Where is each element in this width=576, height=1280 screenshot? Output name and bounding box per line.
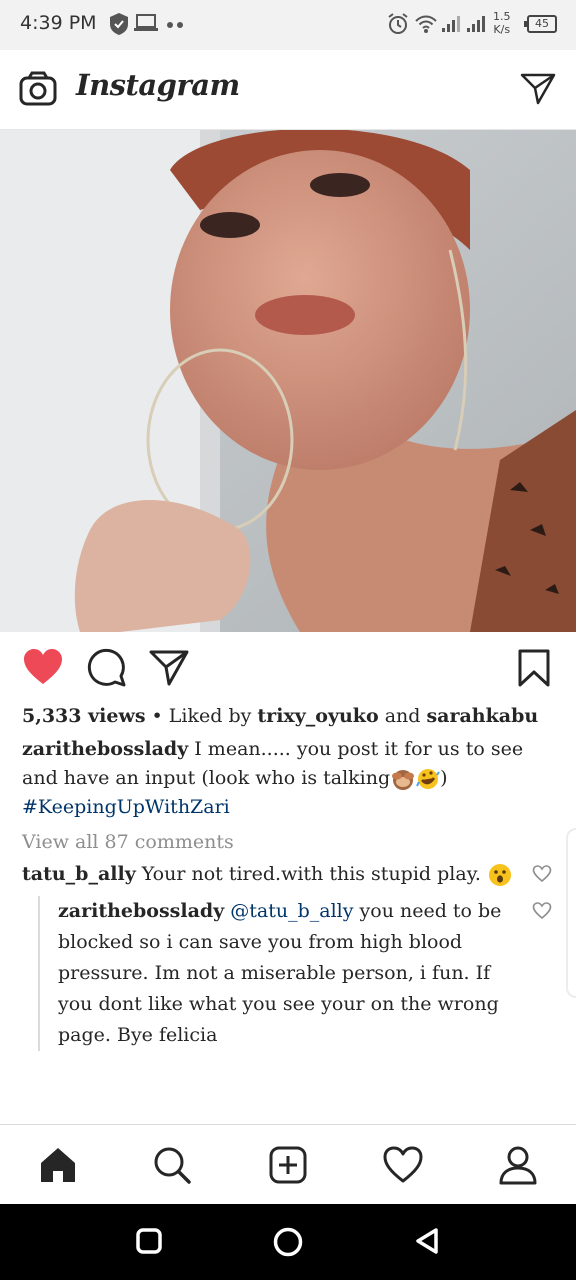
network-speed-unit: K/s — [493, 23, 511, 36]
reply-mention[interactable]: @tatu_b_ally — [230, 900, 353, 922]
reply-item: zarithebosslady @tatu_b_ally you need to… — [38, 896, 552, 1051]
more-dots-icon — [167, 22, 183, 28]
caption-close: ) — [440, 767, 448, 789]
signal-icon-2 — [467, 16, 485, 32]
shield-icon — [110, 13, 128, 35]
caption-username[interactable]: zarithebosslady — [22, 738, 188, 760]
heart-filled-icon[interactable] — [22, 648, 64, 686]
home-button-icon[interactable] — [272, 1226, 304, 1258]
back-button-icon[interactable] — [412, 1226, 442, 1256]
battery-icon: 45 — [524, 15, 557, 33]
home-icon[interactable] — [38, 1145, 78, 1185]
status-time: 4:39 PM — [20, 12, 97, 34]
comment-icon[interactable] — [86, 648, 128, 688]
view-all-comments-link[interactable]: View all 87 comments — [22, 828, 552, 857]
wifi-icon — [415, 15, 437, 33]
liked-by-prefix: • Liked by — [145, 705, 258, 727]
laptop-icon — [134, 14, 158, 31]
comment-like-icon[interactable] — [532, 865, 552, 883]
caption-hashtag[interactable]: #KeepingUpWithZari — [22, 796, 230, 818]
add-post-icon[interactable] — [268, 1145, 308, 1185]
camera-icon[interactable] — [18, 70, 58, 108]
alarm-icon — [388, 13, 408, 34]
liked-by-user-2[interactable]: sarahkabu — [426, 705, 538, 727]
likes-line: 5,333 views • Liked by trixy_oyuko and s… — [22, 702, 552, 731]
liked-by-and: and — [378, 705, 427, 727]
share-icon[interactable] — [148, 648, 190, 688]
post-details: 5,333 views • Liked by trixy_oyuko and s… — [22, 702, 552, 1051]
rolling-laughing-face-icon — [416, 769, 440, 789]
direct-message-icon[interactable] — [520, 72, 556, 106]
comment-text: Your not tired.with this stupid play. — [135, 863, 487, 885]
network-speed: 1.5 K/s — [493, 10, 511, 36]
post-video-frame — [0, 130, 576, 632]
scroll-indicator[interactable] — [566, 828, 576, 998]
astonished-face-icon — [488, 864, 511, 886]
instagram-logo: Instagram — [76, 68, 240, 102]
top-app-bar: Instagram — [0, 50, 576, 130]
search-icon[interactable] — [152, 1145, 192, 1185]
bottom-navigation — [0, 1124, 576, 1204]
post-media[interactable] — [0, 130, 576, 632]
recent-apps-icon[interactable] — [134, 1226, 164, 1256]
see-no-evil-monkey-icon — [392, 770, 415, 790]
network-speed-value: 1.5 — [493, 10, 511, 23]
activity-heart-icon[interactable] — [382, 1145, 424, 1185]
comment-username[interactable]: tatu_b_ally — [22, 863, 136, 885]
reply-username[interactable]: zarithebosslady — [58, 900, 224, 922]
post-caption: zarithebosslady I mean..... you post it … — [22, 735, 552, 822]
view-count[interactable]: 5,333 views — [22, 705, 146, 727]
comment-item: tatu_b_ally Your not tired.with this stu… — [22, 859, 552, 890]
liked-by-user-1[interactable]: trixy_oyuko — [257, 705, 378, 727]
bookmark-icon[interactable] — [516, 648, 552, 688]
system-navigation-bar — [0, 1204, 576, 1280]
profile-icon[interactable] — [498, 1145, 538, 1185]
post-actions — [0, 640, 576, 696]
status-bar: 4:39 PM 1.5 K/s 45 — [0, 0, 576, 50]
signal-icon-1 — [442, 16, 460, 32]
reply-like-icon[interactable] — [532, 902, 552, 920]
